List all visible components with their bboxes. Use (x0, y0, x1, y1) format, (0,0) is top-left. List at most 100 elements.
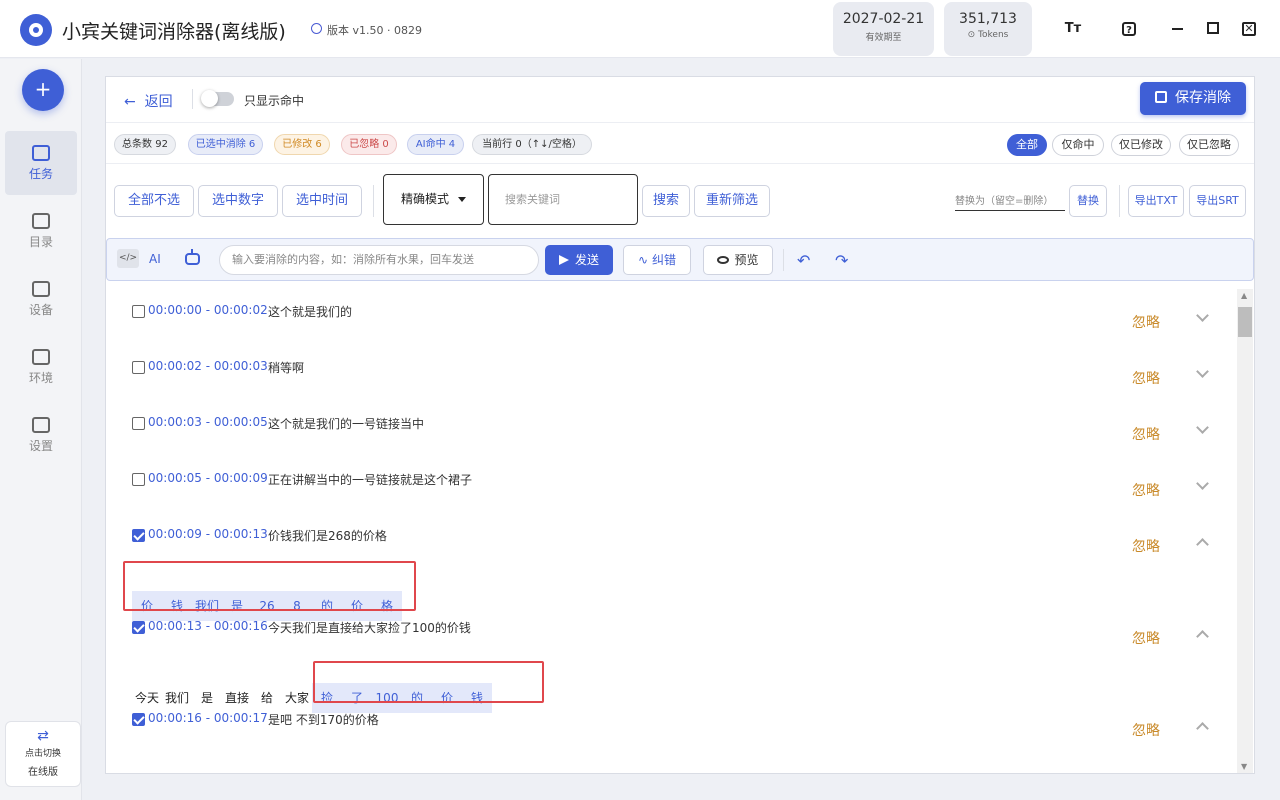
chevron-down-icon[interactable] (1196, 477, 1209, 490)
chevron-up-icon[interactable] (1196, 538, 1209, 551)
sidebar-item-directory[interactable]: 目录 (5, 199, 77, 263)
sidebar-item-devices[interactable]: 设备 (5, 267, 77, 331)
ignore-button[interactable]: 忽略 (1132, 312, 1160, 332)
chevron-down-icon[interactable] (1196, 365, 1209, 378)
chevron-up-icon[interactable] (1196, 630, 1209, 643)
segment-text[interactable]: 稍等啊 (268, 359, 304, 376)
selected-count-chip: 已选中消除 6 (188, 134, 263, 155)
scrollbar-thumb[interactable] (1238, 307, 1252, 337)
match-mode-value: 精确模式 (401, 192, 450, 206)
ai-bar: </> AI 输入要消除的内容，如：消除所有水果，回车发送 发送 ∿ 纠错 预览… (106, 238, 1254, 281)
back-button[interactable]: ← 返回 (124, 91, 173, 111)
chevron-down-icon[interactable] (1196, 309, 1209, 322)
segment-text[interactable]: 正在讲解当中的一号链接就是这个裙子 (268, 471, 472, 488)
top-toolbar: ← 返回 只显示命中 保存消除 (106, 77, 1254, 123)
sidebar-item-environment[interactable]: 环境 (5, 335, 77, 399)
segment-text[interactable]: 今天我们是直接给大家捡了100的价钱 (268, 619, 471, 636)
app-logo-icon (20, 14, 52, 46)
match-mode-select[interactable]: 精确模式 (383, 174, 484, 225)
scroll-up-icon[interactable]: ▲ (1241, 291, 1247, 300)
segment-text[interactable]: 这个就是我们的一号链接当中 (268, 415, 424, 432)
filter-ignored-button[interactable]: 仅已忽略 (1179, 134, 1239, 156)
keyword-search-input[interactable]: 搜索关键词 (488, 174, 638, 225)
divider (373, 185, 374, 217)
search-button[interactable]: 搜索 (642, 185, 690, 217)
segment-text[interactable]: 这个就是我们的 (268, 303, 352, 320)
segment-checkbox[interactable] (132, 473, 145, 486)
add-task-button[interactable]: + (22, 69, 64, 111)
sidebar-item-tasks[interactable]: 任务 (5, 131, 77, 195)
scrollbar[interactable]: ▲ ▼ (1237, 289, 1253, 773)
correct-button[interactable]: ∿ 纠错 (623, 245, 691, 275)
segment-checkbox[interactable] (132, 529, 145, 542)
sidebar-item-label: 目录 (28, 235, 53, 249)
chevron-down-icon[interactable] (1196, 421, 1209, 434)
segment-text[interactable]: 价钱我们是268的价格 (268, 527, 387, 544)
refresh-icon (311, 23, 322, 34)
expiry-stat: 2027-02-21 有效期至 (833, 2, 934, 56)
sidebar: + 任务 目录 设备 环境 设置 ⇄ 点击切换 在线版 (0, 59, 82, 800)
refilter-button[interactable]: 重新筛选 (694, 185, 770, 217)
chevron-up-icon[interactable] (1196, 722, 1209, 735)
segment-row[interactable]: 00:00:16 - 00:00:17是吧 不到170的价格忽略是吧不到170的… (132, 705, 1222, 773)
filter-hit-button[interactable]: 仅命中 (1052, 134, 1104, 156)
segment-checkbox[interactable] (132, 621, 145, 634)
ignore-button[interactable]: 忽略 (1132, 628, 1160, 648)
action-toolbar: 全部不选 选中数字 选中时间 精确模式 搜索关键词 搜索 重新筛选 替换为（留空… (106, 165, 1254, 231)
segment-checkbox[interactable] (132, 305, 145, 318)
filter-modified-button[interactable]: 仅已修改 (1111, 134, 1171, 156)
code-icon[interactable]: </> (117, 249, 139, 268)
preview-button[interactable]: 预览 (703, 245, 773, 275)
close-button[interactable]: ✕ (1242, 22, 1256, 36)
robot-icon[interactable] (185, 249, 200, 265)
export-txt-button[interactable]: 导出TXT (1128, 185, 1184, 217)
scroll-down-icon[interactable]: ▼ (1241, 762, 1247, 771)
ai-label: AI (149, 252, 161, 266)
segment-row[interactable]: 00:00:00 - 00:00:02 这个就是我们的 忽略 (132, 297, 1222, 353)
help-button[interactable]: ? (1122, 22, 1136, 36)
ai-command-input[interactable]: 输入要消除的内容，如：消除所有水果，回车发送 (219, 245, 539, 275)
show-hits-toggle[interactable] (201, 90, 234, 107)
segment-checkbox[interactable] (132, 361, 145, 374)
select-time-button[interactable]: 选中时间 (282, 185, 362, 217)
segment-row[interactable]: 00:00:13 - 00:00:16 今天我们是直接给大家捡了100的价钱 忽略今… (132, 613, 1222, 713)
replace-input[interactable]: 替换为（留空=删除） (955, 192, 1065, 211)
minimize-button[interactable] (1172, 28, 1183, 30)
ignore-button[interactable]: 忽略 (1132, 480, 1160, 500)
replace-button[interactable]: 替换 (1069, 185, 1107, 217)
modified-count-chip: 已修改 6 (274, 134, 330, 155)
switch-online-button[interactable]: ⇄ 点击切换 在线版 (5, 721, 81, 787)
segment-row[interactable]: 00:00:05 - 00:00:09 正在讲解当中的一号链接就是这个裙子 忽略 (132, 465, 1222, 521)
font-size-button[interactable]: Tт (1064, 20, 1082, 38)
ignore-button[interactable]: 忽略 (1132, 720, 1160, 740)
gear-icon (32, 417, 50, 433)
show-hits-label: 只显示命中 (244, 94, 305, 108)
segment-list: ▲ ▼ 00:00:00 - 00:00:02 这个就是我们的 忽略 00:00:02… (106, 289, 1254, 773)
swap-arrows-icon: ⇄ (37, 728, 49, 744)
segment-time: 00:00:16 - 00:00:17 (148, 711, 268, 725)
segment-text[interactable]: 是吧 不到170的价格 (268, 711, 379, 728)
ignore-button[interactable]: 忽略 (1132, 536, 1160, 556)
undo-button[interactable]: ↶ (797, 251, 810, 270)
segment-checkbox[interactable] (132, 713, 145, 726)
send-button[interactable]: 发送 (545, 245, 613, 275)
send-label: 发送 (574, 253, 599, 267)
device-icon (32, 281, 50, 297)
maximize-button[interactable] (1207, 22, 1219, 34)
segment-time: 00:00:09 - 00:00:13 (148, 527, 268, 541)
select-numbers-button[interactable]: 选中数字 (198, 185, 278, 217)
save-button[interactable]: 保存消除 (1140, 82, 1246, 115)
ignore-button[interactable]: 忽略 (1132, 368, 1160, 388)
sidebar-item-settings[interactable]: 设置 (5, 403, 77, 467)
segment-row[interactable]: 00:00:02 - 00:00:03 稍等啊 忽略 (132, 353, 1222, 409)
tokens-stat: 351,713 ⊙ Tokens (944, 2, 1032, 56)
segment-checkbox[interactable] (132, 417, 145, 430)
ignore-button[interactable]: 忽略 (1132, 424, 1160, 444)
segment-row[interactable]: 00:00:03 - 00:00:05 这个就是我们的一号链接当中 忽略 (132, 409, 1222, 465)
redo-button[interactable]: ↷ (835, 251, 848, 270)
sidebar-item-label: 任务 (28, 167, 53, 181)
deselect-all-button[interactable]: 全部不选 (114, 185, 194, 217)
back-label: 返回 (144, 94, 173, 110)
filter-all-button[interactable]: 全部 (1007, 134, 1047, 156)
export-srt-button[interactable]: 导出SRT (1189, 185, 1246, 217)
